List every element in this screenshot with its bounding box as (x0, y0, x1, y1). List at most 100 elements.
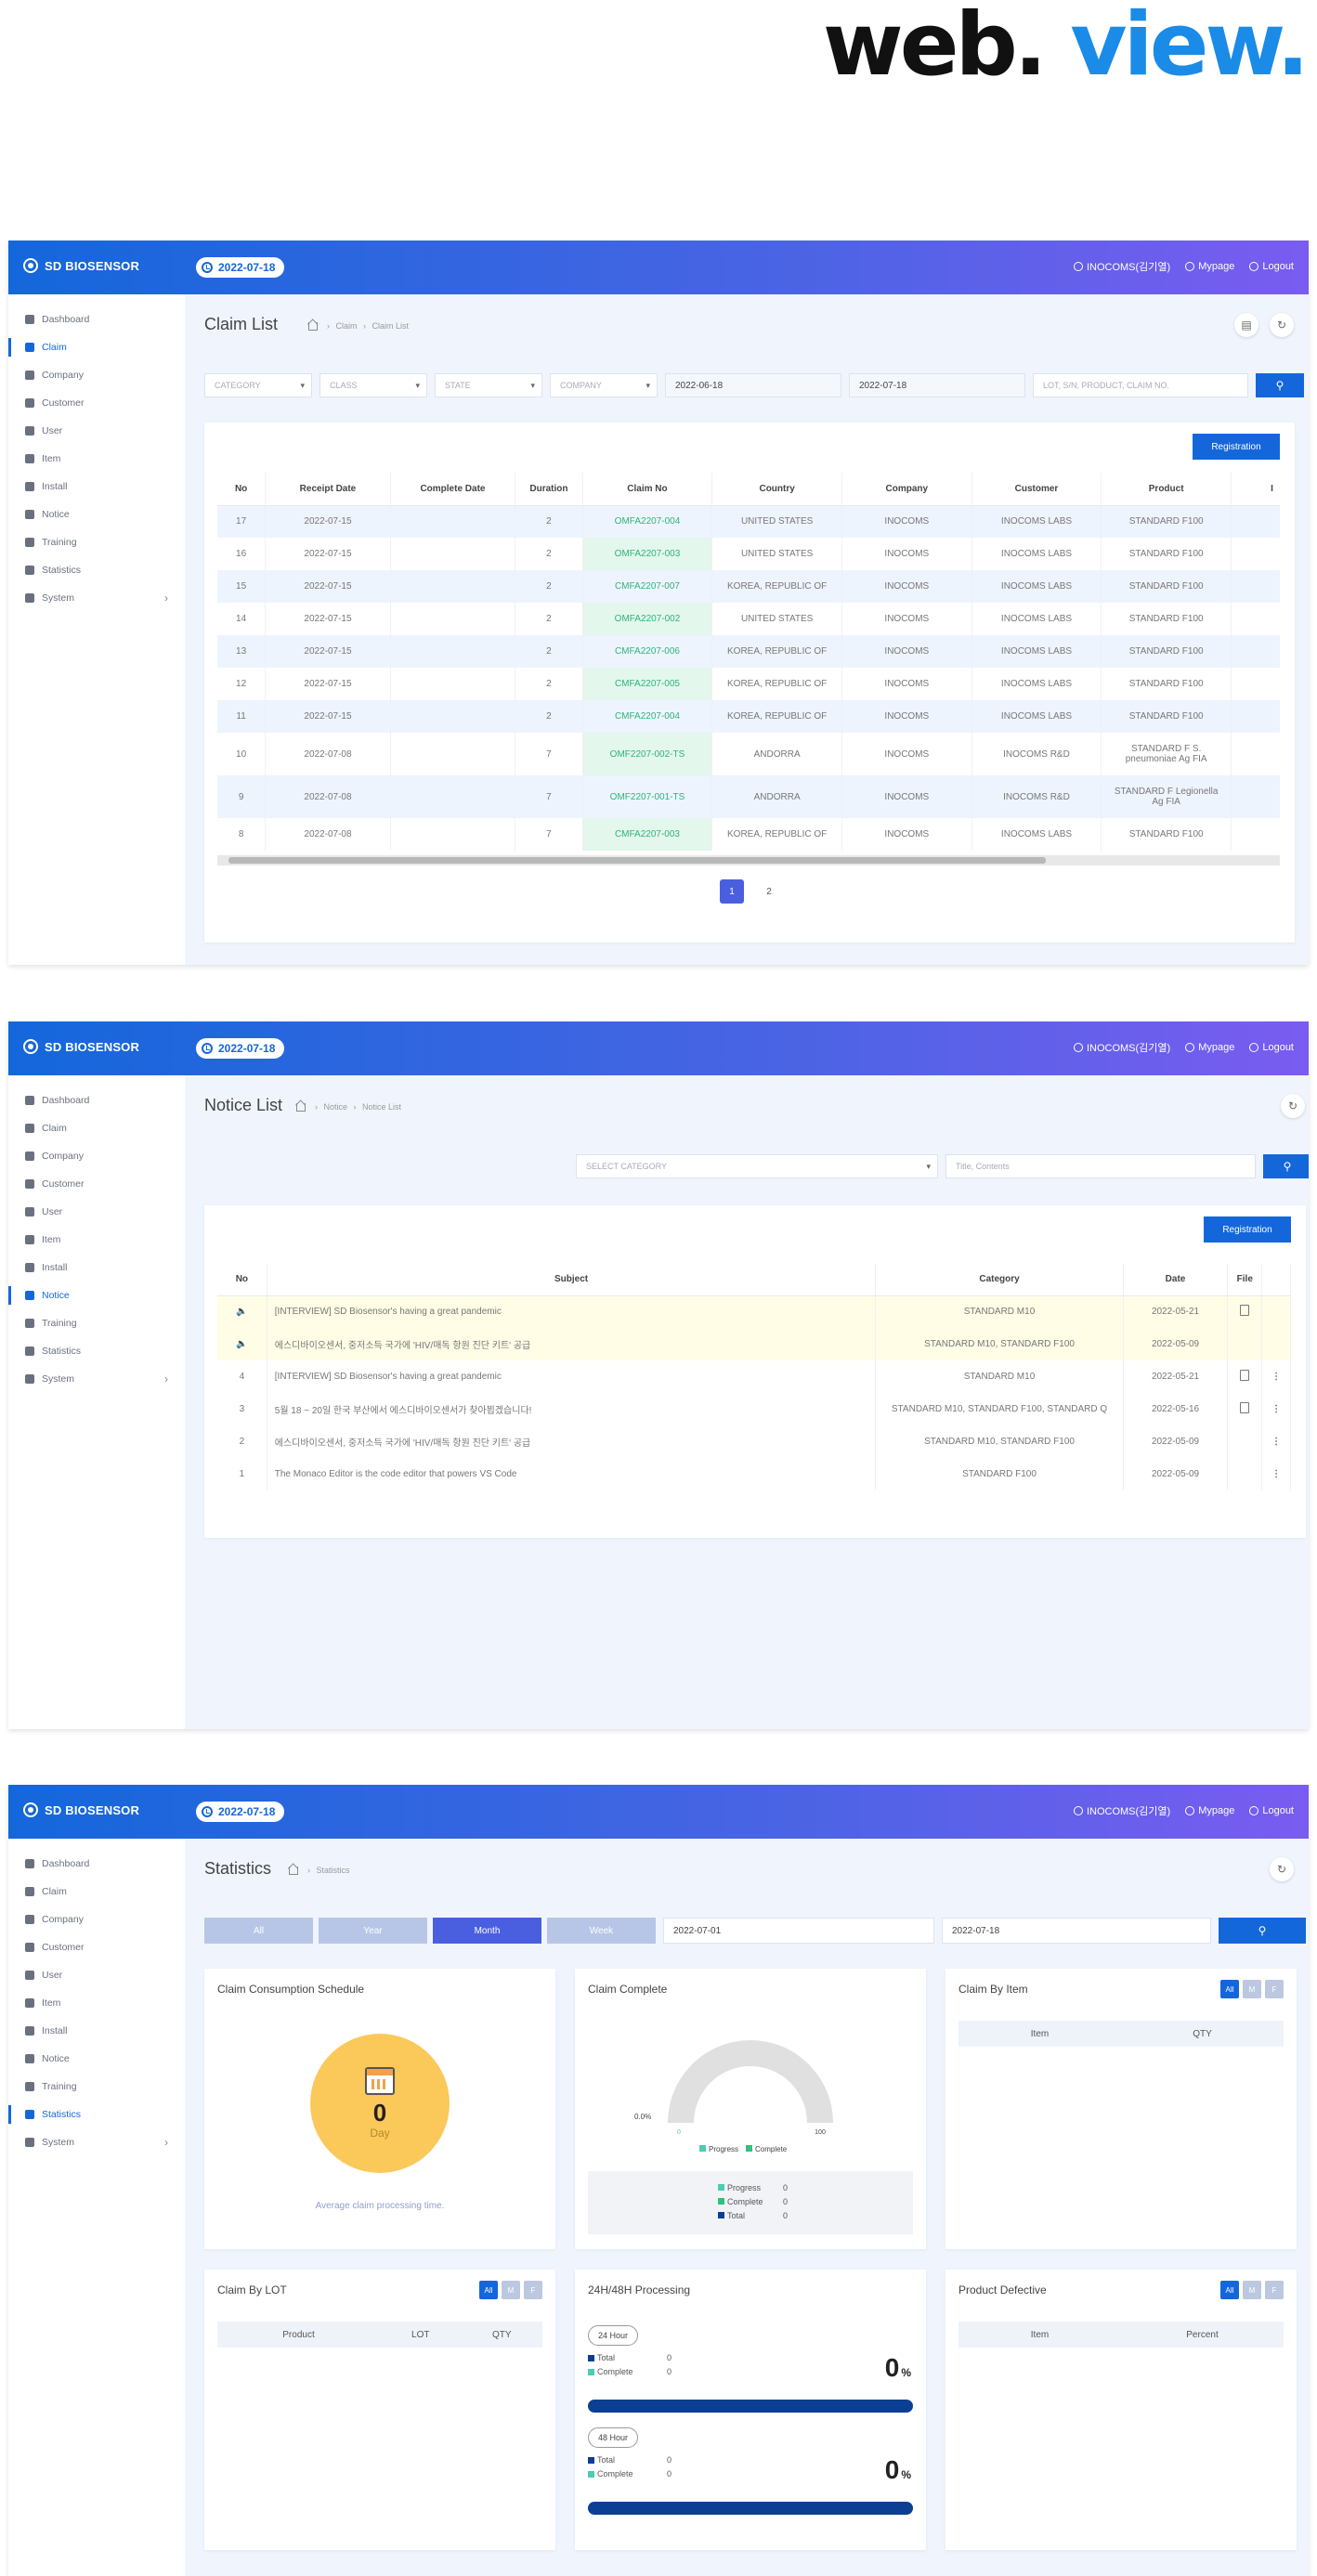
sidebar-item-system[interactable]: System › (8, 1365, 185, 1393)
sidebar-item-customer[interactable]: Customer (8, 1170, 185, 1198)
sidebar-item-dashboard[interactable]: Dashboard (8, 1086, 185, 1114)
sidebar-item-company[interactable]: Company (8, 1906, 185, 1933)
sidebar-item-statistics[interactable]: Statistics (8, 2101, 185, 2128)
cell-claim-no[interactable]: CMFA2207-006 (582, 635, 713, 668)
column-header[interactable]: Country (711, 473, 842, 506)
sidebar-item-training[interactable]: Training (8, 528, 185, 556)
refresh-button[interactable]: ↻ (1270, 1857, 1294, 1881)
search-button[interactable]: ⚲ (1263, 1154, 1309, 1178)
more-options-icon[interactable]: ⋮ (1271, 1469, 1281, 1479)
filter-f-button[interactable]: F (1265, 2281, 1284, 2299)
table-row[interactable]: 4 [INTERVIEW] SD Biosensor's having a gre… (217, 1360, 1291, 1393)
state-select[interactable]: STATE (435, 373, 542, 397)
file-icon[interactable] (1240, 1305, 1250, 1317)
filter-all-button[interactable]: All (479, 2281, 498, 2299)
table-row[interactable]: 🔈 에스디바이오센서, 중저소득 국가에 'HIV/매독 항원 진단 키트' 공급… (217, 1328, 1291, 1360)
table-row[interactable]: 10 2022-07-08 7 OMF2207-002-TS ANDORRA INOCOM… (217, 733, 1280, 775)
company-select[interactable]: COMPANY (550, 373, 658, 397)
more-options-icon[interactable]: ⋮ (1271, 1404, 1281, 1414)
column-header[interactable]: Duration (515, 473, 583, 506)
cell-claim-no[interactable]: OMFA2207-002 (582, 603, 713, 635)
sidebar-item-claim[interactable]: Claim (8, 333, 185, 361)
home-icon[interactable] (296, 1102, 306, 1112)
search-button[interactable]: ⚲ (1219, 1918, 1306, 1944)
sidebar-item-user[interactable]: User (8, 1961, 185, 1989)
date-from-input[interactable]: 2022-06-18 (665, 373, 841, 397)
column-header[interactable]: Complete Date (390, 473, 516, 506)
scrollbar-thumb[interactable] (228, 857, 1046, 864)
sidebar-item-install[interactable]: Install (8, 473, 185, 501)
column-header[interactable]: I (1231, 473, 1280, 506)
mypage-link[interactable]: Mypage (1185, 261, 1234, 272)
filter-all-button[interactable]: All (1220, 1980, 1239, 1998)
table-row[interactable]: 14 2022-07-15 2 OMFA2207-002 UNITED STATES IN… (217, 603, 1280, 635)
refresh-button[interactable]: ↻ (1270, 313, 1294, 337)
cell-claim-no[interactable]: OMF2207-001-TS (582, 775, 713, 818)
sidebar-item-training[interactable]: Training (8, 2073, 185, 2101)
sidebar-item-system[interactable]: System › (8, 584, 185, 612)
registration-button[interactable]: Registration (1193, 434, 1280, 460)
logout-link[interactable]: Logout (1249, 261, 1294, 272)
cell-claim-no[interactable]: CMFA2207-005 (582, 668, 713, 700)
notice-category-select[interactable]: SELECT CATEGORY (576, 1154, 938, 1178)
tab-week[interactable]: Week (547, 1918, 656, 1944)
home-icon[interactable] (289, 1866, 298, 1875)
page-2-button[interactable]: 2 (757, 879, 781, 904)
table-row[interactable]: 15 2022-07-15 2 CMFA2207-007 KOREA, REPUBLIC… (217, 570, 1280, 603)
filter-all-button[interactable]: All (1220, 2281, 1239, 2299)
table-row[interactable]: 9 2022-07-08 7 OMF2207-001-TS ANDORRA INOCOMS… (217, 775, 1280, 818)
crumb-notice[interactable]: Notice (324, 1102, 348, 1112)
brand-logo[interactable]: SD BIOSENSOR (23, 1802, 139, 1817)
column-header[interactable]: Company (841, 473, 972, 506)
sidebar-item-dashboard[interactable]: Dashboard (8, 1850, 185, 1878)
search-button[interactable]: ⚲ (1256, 373, 1304, 397)
table-row[interactable]: 16 2022-07-15 2 OMFA2207-003 UNITED STATES IN… (217, 538, 1280, 570)
filter-f-button[interactable]: F (524, 2281, 542, 2299)
table-row[interactable]: 11 2022-07-15 2 CMFA2207-004 KOREA, REPUBLIC… (217, 700, 1280, 733)
filter-m-button[interactable]: M (1243, 1980, 1261, 1998)
notice-search-input[interactable]: Title, Contents (945, 1154, 1256, 1178)
horizontal-scrollbar[interactable] (217, 855, 1280, 865)
date-from-input[interactable]: 2022-07-01 (663, 1918, 934, 1944)
table-row[interactable]: 1 The Monaco Editor is the code editor th… (217, 1458, 1291, 1490)
crumb-claim[interactable]: Claim (336, 321, 358, 331)
sidebar-item-customer[interactable]: Customer (8, 389, 185, 417)
sidebar-item-item[interactable]: Item (8, 445, 185, 473)
cell-subject[interactable]: [INTERVIEW] SD Biosensor's having a grea… (267, 1295, 877, 1328)
sidebar-item-user[interactable]: User (8, 417, 185, 445)
cell-subject[interactable]: 에스디바이오센서, 중저소득 국가에 'HIV/매독 항원 진단 키트' 공급 (267, 1328, 877, 1360)
sidebar-item-notice[interactable]: Notice (8, 2045, 185, 2073)
sidebar-item-item[interactable]: Item (8, 1989, 185, 2017)
table-row[interactable]: 🔈 [INTERVIEW] SD Biosensor's having a gre… (217, 1295, 1291, 1328)
sidebar-item-item[interactable]: Item (8, 1226, 185, 1254)
cell-subject[interactable]: The Monaco Editor is the code editor tha… (267, 1458, 877, 1490)
table-row[interactable]: 12 2022-07-15 2 CMFA2207-005 KOREA, REPUBLIC… (217, 668, 1280, 700)
table-row[interactable]: 3 5월 18 ~ 20일 한국 부산에서 에스디바이오센서가 찾아뵙겠습니다! S… (217, 1393, 1291, 1425)
logout-link[interactable]: Logout (1249, 1042, 1294, 1053)
user-link[interactable]: INOCOMS(김기열) (1073, 1803, 1170, 1818)
class-select[interactable]: CLASS (319, 373, 427, 397)
file-icon[interactable] (1240, 1370, 1250, 1381)
column-header[interactable]: Product (1101, 473, 1232, 506)
cell-claim-no[interactable]: CMFA2207-007 (582, 570, 713, 603)
user-link[interactable]: INOCOMS(김기열) (1073, 1040, 1170, 1055)
brand-logo[interactable]: SD BIOSENSOR (23, 1039, 139, 1054)
sidebar-item-install[interactable]: Install (8, 1254, 185, 1281)
search-input[interactable]: LOT, S/N, PRODUCT, CLAIM NO. (1033, 373, 1248, 397)
sidebar-item-statistics[interactable]: Statistics (8, 1337, 185, 1365)
date-to-input[interactable]: 2022-07-18 (942, 1918, 1211, 1944)
table-row[interactable]: 17 2022-07-15 2 OMFA2207-004 UNITED STATES IN… (217, 505, 1280, 538)
date-to-input[interactable]: 2022-07-18 (849, 373, 1025, 397)
sidebar-item-notice[interactable]: Notice (8, 501, 185, 528)
sidebar-item-claim[interactable]: Claim (8, 1114, 185, 1142)
page-1-button[interactable]: 1 (720, 879, 744, 904)
cell-subject[interactable]: 에스디바이오센서, 중저소득 국가에 'HIV/매독 항원 진단 키트' 공급 (267, 1425, 877, 1458)
cell-claim-no[interactable]: CMFA2207-003 (582, 818, 713, 851)
table-row[interactable]: 2 에스디바이오센서, 중저소득 국가에 'HIV/매독 항원 진단 키트' 공급… (217, 1425, 1291, 1458)
filter-m-button[interactable]: M (1243, 2281, 1261, 2299)
column-header[interactable]: Customer (971, 473, 1102, 506)
user-link[interactable]: INOCOMS(김기열) (1073, 259, 1170, 274)
cell-claim-no[interactable]: OMFA2207-004 (582, 505, 713, 538)
file-icon[interactable] (1240, 1402, 1250, 1413)
tab-month[interactable]: Month (433, 1918, 541, 1944)
